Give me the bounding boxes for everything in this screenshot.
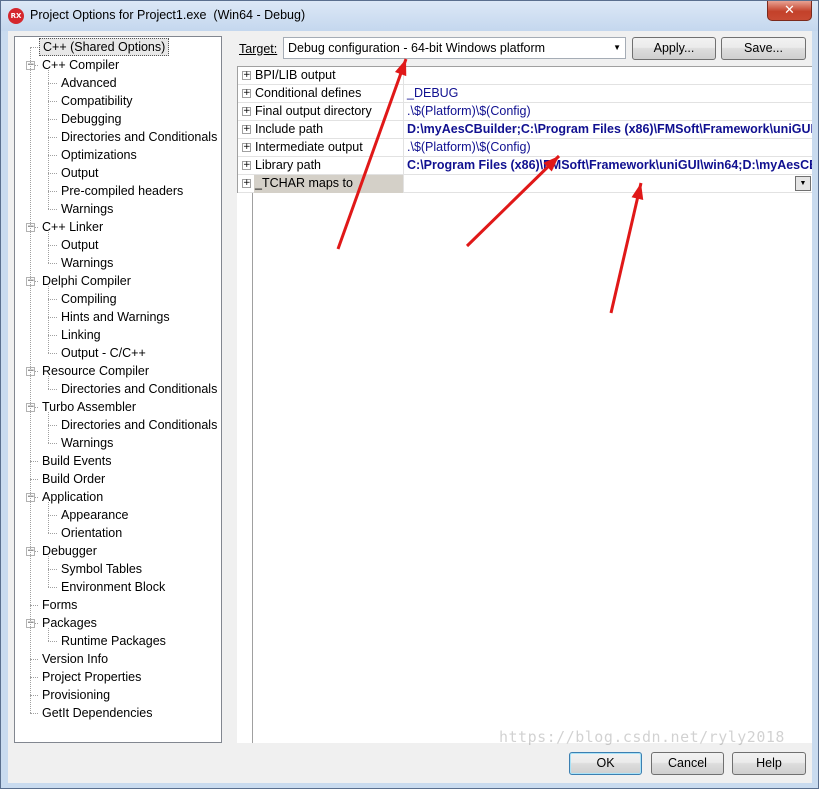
annotation-arrowhead [394, 59, 407, 77]
annotation-arrows [336, 58, 644, 314]
dialog-window: RX Project Options for Project1.exe (Win… [0, 0, 819, 789]
annotation-arrow-line [336, 58, 408, 250]
annotation-arrow-line [465, 154, 561, 248]
annotation-arrow-line [609, 182, 643, 314]
